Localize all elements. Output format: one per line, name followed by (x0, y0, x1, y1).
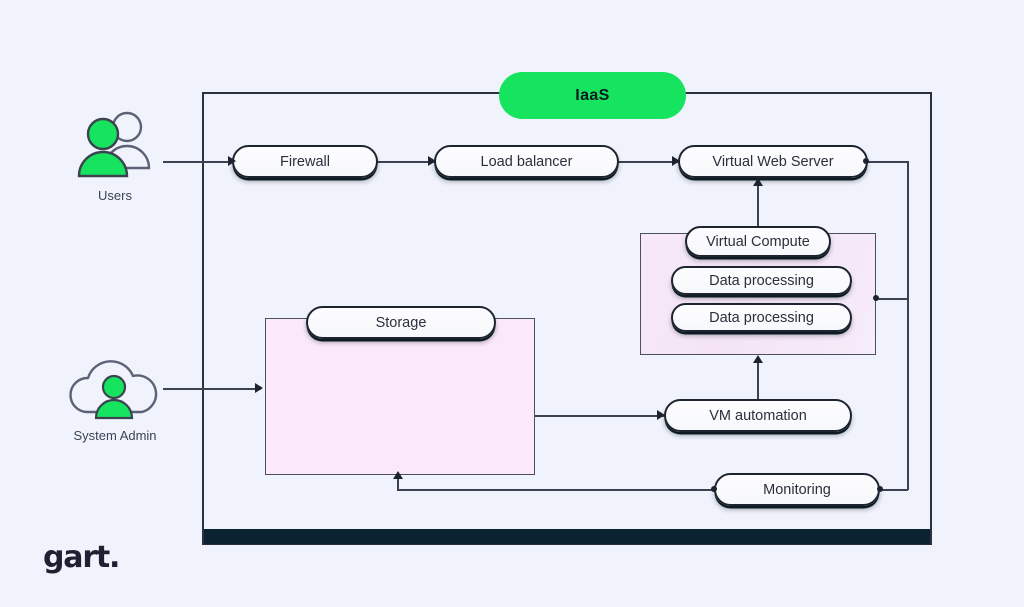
edge-monitoring-left-dot (711, 486, 717, 492)
edge-vm-automation-to-compute (757, 359, 759, 400)
edge-web-server-to-spine (866, 161, 909, 163)
node-virtual-web-server[interactable]: Virtual Web Server (678, 145, 868, 178)
node-data-processing-1[interactable]: Data processing (671, 266, 852, 295)
edge-admin-to-storage (163, 388, 261, 390)
node-virtual-compute-label: Virtual Compute (706, 233, 810, 250)
edge-users-to-firewall-arrow (228, 156, 236, 166)
edge-admin-to-storage-arrow (255, 383, 263, 393)
edge-firewall-to-load-balancer (376, 161, 435, 163)
node-data-processing-2[interactable]: Data processing (671, 303, 852, 332)
node-storage[interactable]: Storage (306, 306, 496, 339)
node-vm-automation[interactable]: VM automation (664, 399, 852, 432)
node-load-balancer[interactable]: Load balancer (434, 145, 619, 178)
diagram-canvas: IaaS Users System Admin Firewall Load ba… (0, 0, 1024, 607)
edge-vm-auto-to-compute-arrow (753, 355, 763, 363)
node-vm-automation-label: VM automation (709, 407, 807, 424)
edge-compute-to-web-server (757, 182, 759, 228)
node-data-processing-2-label: Data processing (709, 309, 814, 326)
node-virtual-compute[interactable]: Virtual Compute (685, 226, 831, 257)
edge-web-server-spine-dot (863, 158, 869, 164)
right-vertical-spine (907, 161, 909, 490)
cloud-user-icon (69, 360, 158, 420)
actor-users: Users (60, 110, 170, 203)
edge-spine-to-monitoring (880, 489, 908, 491)
actor-users-label: Users (98, 188, 132, 203)
node-virtual-web-server-label: Virtual Web Server (712, 153, 834, 170)
iaas-badge-label: IaaS (575, 86, 610, 104)
edge-monitoring-to-storage-h (397, 489, 714, 491)
node-firewall[interactable]: Firewall (232, 145, 378, 178)
node-monitoring[interactable]: Monitoring (714, 473, 880, 506)
edge-spine-monitoring-dot (877, 486, 883, 492)
actor-system-admin: System Admin (55, 358, 175, 443)
storage-group (265, 318, 535, 475)
node-load-balancer-label: Load balancer (480, 153, 573, 170)
edge-users-to-firewall (163, 161, 233, 163)
node-data-processing-1-label: Data processing (709, 272, 814, 289)
node-monitoring-label: Monitoring (763, 481, 831, 498)
node-storage-label: Storage (375, 314, 427, 331)
node-firewall-label: Firewall (280, 153, 330, 170)
edge-spine-to-compute (876, 298, 908, 300)
edge-monitoring-to-storage-arrow (393, 471, 403, 479)
edge-lb-to-web-arrow (672, 156, 680, 166)
frame-footer-bar (204, 529, 930, 544)
iaas-badge: IaaS (499, 72, 686, 119)
edge-storage-to-vm-automation (535, 415, 665, 417)
edge-monitoring-to-storage-v (397, 478, 399, 490)
edge-load-balancer-to-web-server (617, 161, 679, 163)
edge-spine-compute-dot (873, 295, 879, 301)
edge-compute-to-web-arrow (753, 178, 763, 186)
actor-system-admin-label: System Admin (73, 428, 157, 443)
edge-storage-to-vm-auto-arrow (657, 410, 665, 420)
brand-logo: gart. (43, 540, 120, 575)
users-icon (77, 111, 151, 178)
edge-firewall-to-lb-arrow (428, 156, 436, 166)
